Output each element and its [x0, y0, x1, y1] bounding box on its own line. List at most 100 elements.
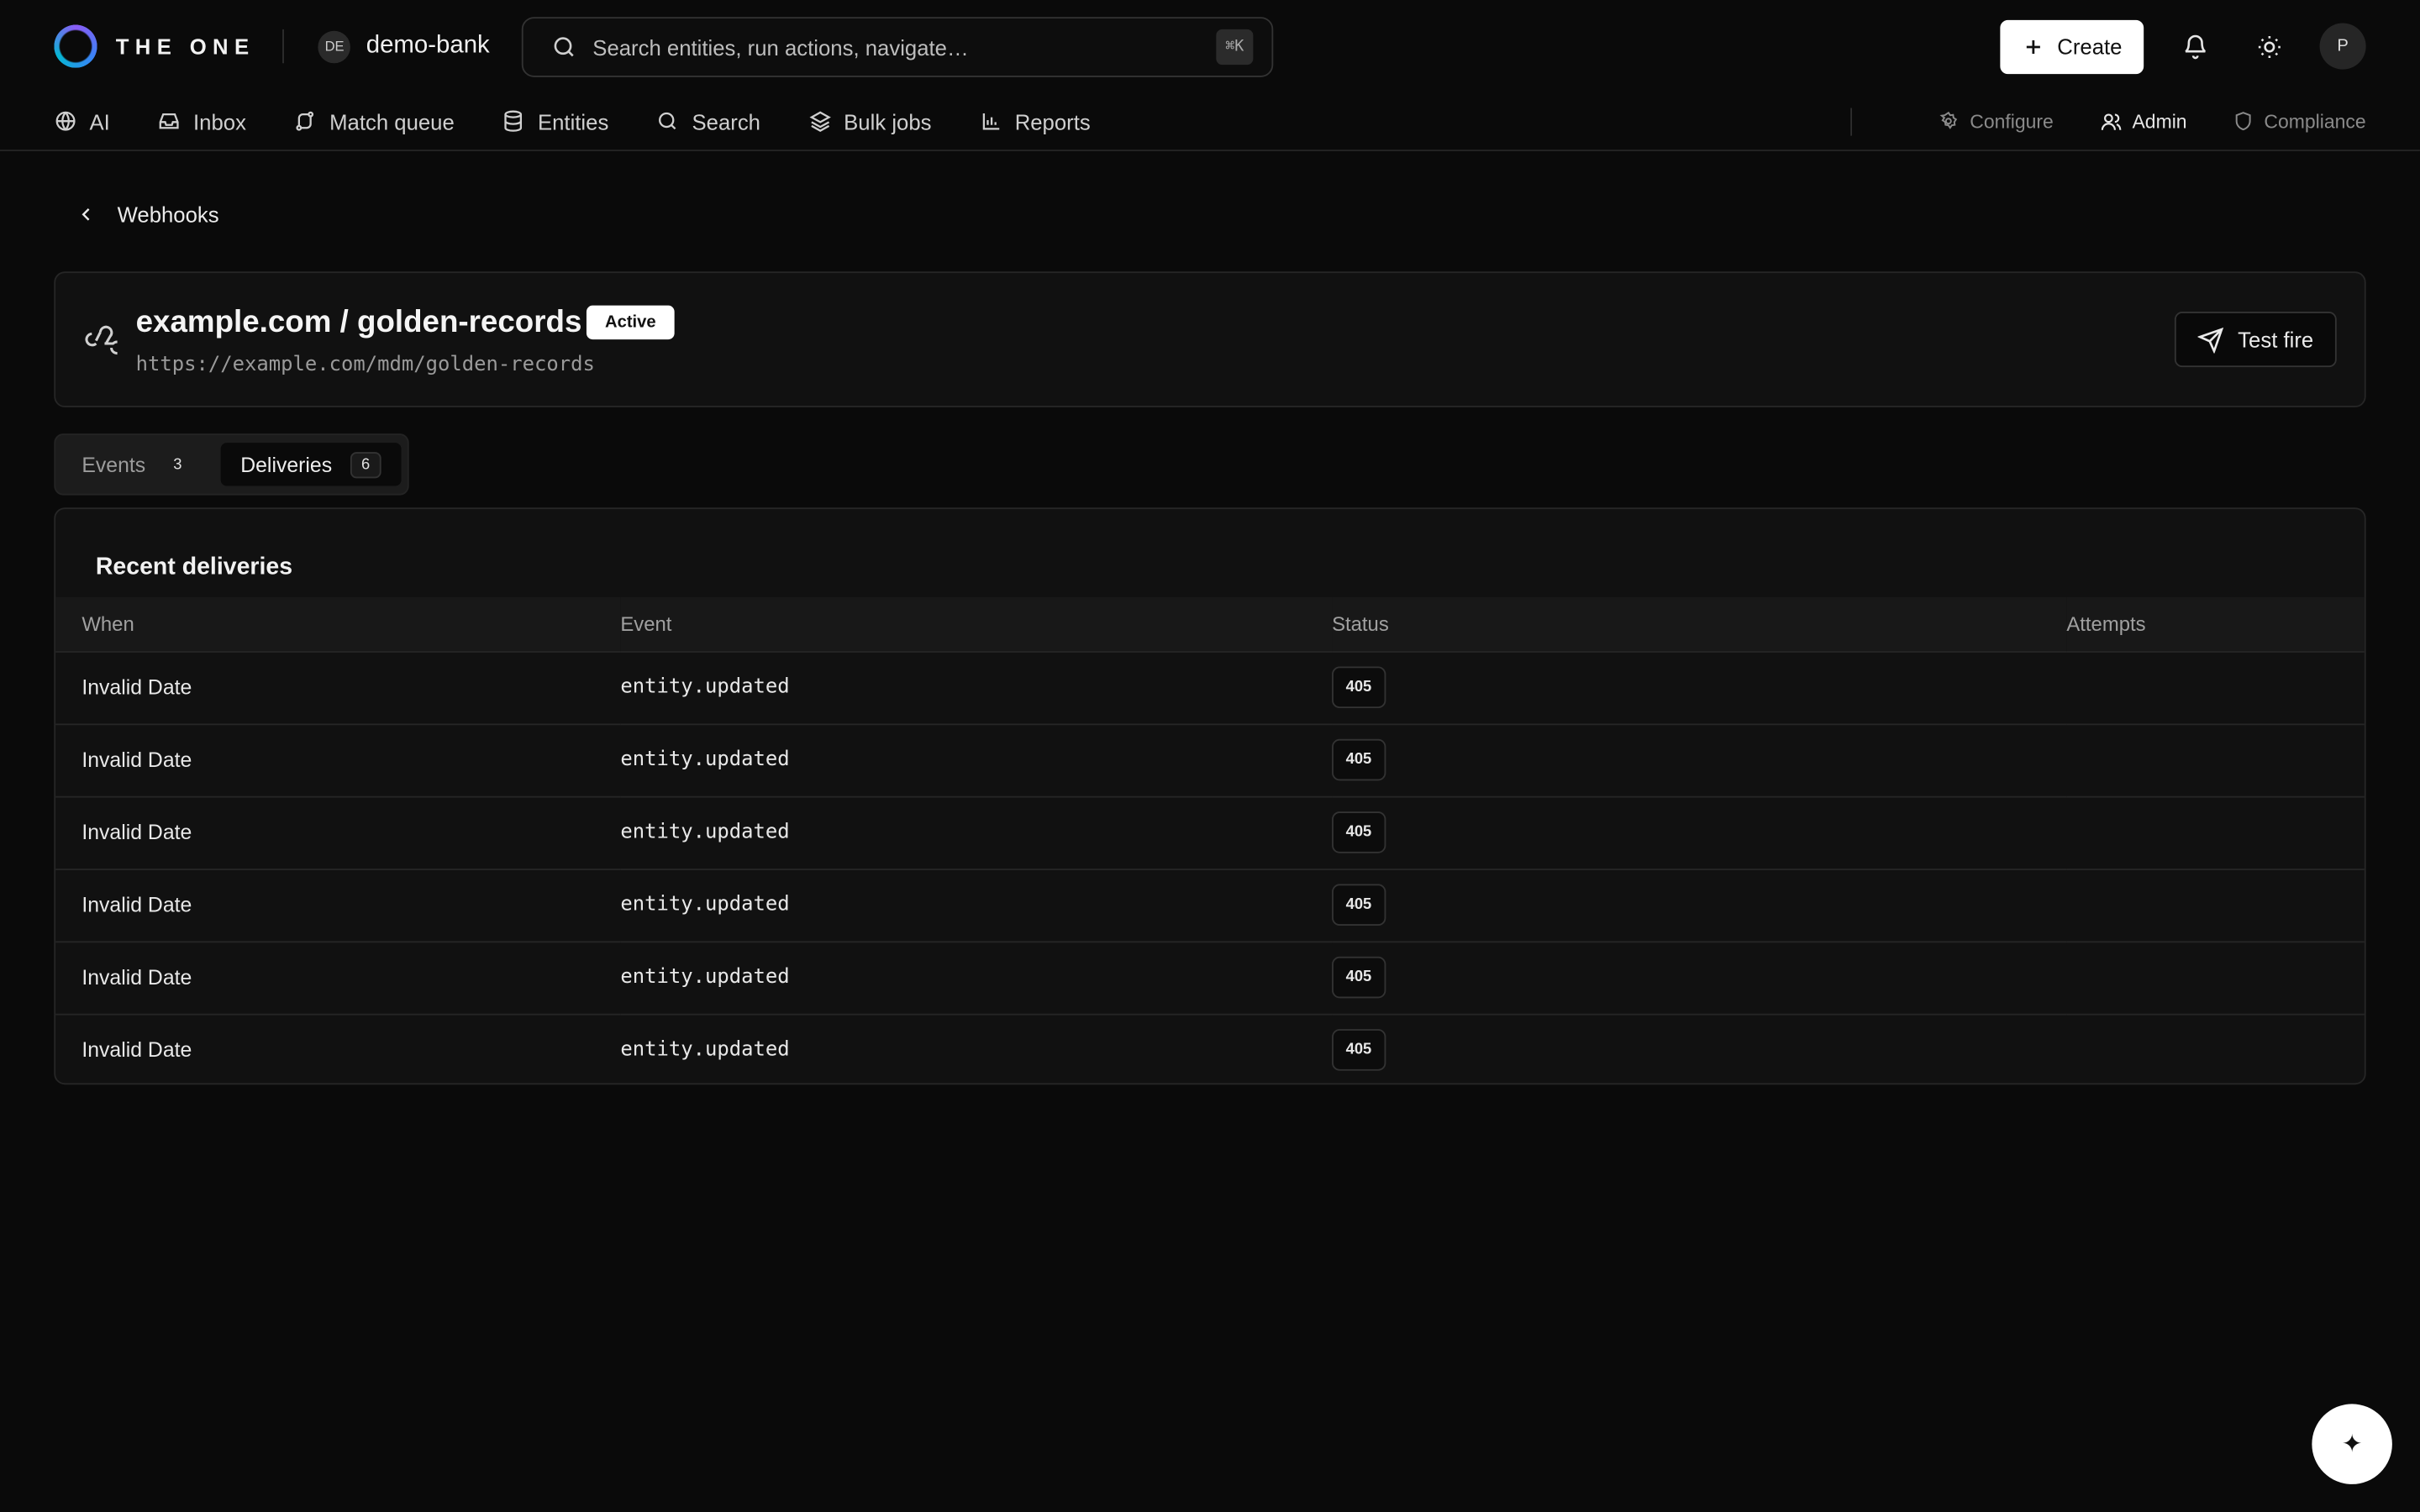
- cell-status: 405: [1332, 795, 2067, 869]
- test-fire-button[interactable]: Test fire: [2174, 312, 2337, 368]
- table-row[interactable]: Invalid Date entity.updated 405: [55, 795, 2365, 869]
- nav-item-inbox[interactable]: Inbox: [158, 108, 246, 134]
- tenant-badge: DE: [318, 29, 351, 63]
- cell-event: entity.updated: [620, 723, 1333, 797]
- inbox-icon: [160, 113, 180, 129]
- column-header-event[interactable]: Event: [620, 596, 1333, 653]
- back-link[interactable]: Webhooks: [77, 202, 219, 227]
- logo[interactable]: THE ONE: [54, 24, 255, 68]
- tenant-name: demo-bank: [366, 32, 490, 59]
- bar-chart-icon: [981, 113, 999, 130]
- nav-item-reports[interactable]: Reports: [979, 108, 1091, 134]
- cell-when: Invalid Date: [55, 795, 621, 869]
- app-root: THE ONE DE demo-bank ⌘K Create P: [0, 0, 2420, 1512]
- cell-attempts: [2066, 795, 2365, 869]
- cell-event: entity.updated: [620, 869, 1333, 942]
- column-header-attempts[interactable]: Attempts: [2066, 596, 2365, 653]
- table-row[interactable]: Invalid Date entity.updated 405: [55, 1014, 2365, 1084]
- table-row[interactable]: Invalid Date entity.updated 405: [55, 651, 2365, 725]
- nav-right: Configure Admin Compliance: [1850, 107, 2366, 135]
- deliveries-title: Recent deliveries: [95, 554, 293, 580]
- main-nav: AI Inbox Match queue Entities Search Bul…: [0, 92, 2420, 151]
- nav-item-bulk-jobs[interactable]: Bulk jobs: [808, 108, 932, 134]
- divider: [282, 29, 285, 64]
- deliveries-card: Recent deliveries When Event Status Atte…: [54, 507, 2366, 1085]
- column-header-status[interactable]: Status: [1332, 596, 2067, 653]
- status-code-badge: 405: [1332, 738, 1386, 781]
- status-code-badge: 405: [1332, 811, 1386, 853]
- global-search[interactable]: ⌘K: [521, 17, 1274, 77]
- nav-item-label: AI: [89, 108, 110, 134]
- status-code-badge: 405: [1332, 956, 1386, 999]
- search-icon: [554, 37, 574, 57]
- sparkle-icon: ✦: [2341, 1431, 2363, 1458]
- cell-event: entity.updated: [620, 651, 1333, 725]
- webhook-title: example.com / golden-records: [135, 305, 582, 340]
- tab-count: 3: [173, 455, 182, 473]
- database-icon: [505, 110, 523, 132]
- cell-status: 405: [1332, 941, 2067, 1015]
- nav-item-search[interactable]: Search: [656, 108, 760, 134]
- route-icon: [297, 111, 314, 131]
- nav-item-admin[interactable]: Admin: [2100, 110, 2187, 132]
- notifications-button[interactable]: [2171, 24, 2217, 70]
- tenant-switcher[interactable]: DE demo-bank: [318, 29, 490, 63]
- deliveries-table: When Event Status Attempts Invalid Date …: [55, 596, 2365, 1084]
- cell-when: Invalid Date: [55, 723, 621, 797]
- send-icon: [2197, 326, 2224, 353]
- top-bar: THE ONE DE demo-bank ⌘K Create P: [0, 0, 2420, 92]
- nav-item-match-queue[interactable]: Match queue: [294, 108, 455, 134]
- bell-icon: [2184, 34, 2206, 59]
- table-row[interactable]: Invalid Date entity.updated 405: [55, 723, 2365, 797]
- logo-ring-icon: [54, 24, 97, 68]
- cell-status: 405: [1332, 1014, 2066, 1084]
- table-header-row: When Event Status Attempts: [55, 596, 2365, 653]
- avatar[interactable]: P: [2319, 23, 2366, 70]
- table-row[interactable]: Invalid Date entity.updated 405: [55, 869, 2365, 942]
- cell-when: Invalid Date: [55, 869, 621, 942]
- nav-item-label: Match queue: [329, 108, 455, 134]
- tab-label: Deliveries: [240, 453, 333, 476]
- layers-icon: [808, 111, 831, 132]
- back-label: Webhooks: [117, 202, 219, 227]
- shield-icon: [2235, 112, 2251, 131]
- tab-deliveries[interactable]: Deliveries 6: [220, 443, 401, 486]
- webhook-url: https://example.com/mdm/golden-records: [135, 353, 595, 377]
- chevron-left-icon: [82, 208, 90, 221]
- search-shortcut: ⌘K: [1216, 29, 1254, 66]
- cell-attempts: [2066, 651, 2365, 725]
- divider: [1850, 107, 1853, 135]
- status-code-badge: 405: [1332, 666, 1386, 709]
- search-input[interactable]: [592, 34, 1201, 60]
- cell-attempts: [2066, 1014, 2364, 1084]
- sun-icon: [2257, 35, 2280, 58]
- cell-status: 405: [1332, 651, 2067, 725]
- column-header-when[interactable]: When: [55, 596, 621, 653]
- ai-assistant-button[interactable]: ✦: [2312, 1404, 2392, 1484]
- status-code-badge: 405: [1332, 1029, 1386, 1072]
- create-button[interactable]: Create: [2000, 18, 2144, 74]
- nav-item-configure[interactable]: Configure: [1939, 110, 2054, 132]
- cell-event: entity.updated: [620, 941, 1333, 1015]
- tab-count: 6: [350, 451, 381, 478]
- brand-name: THE ONE: [115, 34, 255, 59]
- webhook-icon: [85, 325, 118, 355]
- nav-item-label: Configure: [1970, 110, 2054, 133]
- tab-bar: Events 3 Deliveries 6: [54, 433, 409, 496]
- nav-item-label: Compliance: [2264, 110, 2366, 133]
- nav-item-entities[interactable]: Entities: [502, 108, 608, 134]
- create-label: Create: [2057, 34, 2123, 59]
- nav-item-ai[interactable]: AI: [54, 108, 110, 134]
- cell-attempts: [2066, 941, 2365, 1015]
- search-icon: [659, 112, 677, 130]
- theme-toggle[interactable]: [2245, 24, 2291, 70]
- top-actions: Create P: [2000, 18, 2366, 74]
- cell-attempts: [2066, 723, 2365, 797]
- cell-attempts: [2066, 869, 2365, 942]
- table-row[interactable]: Invalid Date entity.updated 405: [55, 941, 2365, 1015]
- nav-item-compliance[interactable]: Compliance: [2233, 110, 2366, 132]
- plus-icon: [2026, 39, 2040, 54]
- tab-events[interactable]: Events 3: [61, 443, 211, 486]
- nav-item-label: Bulk jobs: [844, 108, 932, 134]
- globe-icon: [55, 111, 76, 131]
